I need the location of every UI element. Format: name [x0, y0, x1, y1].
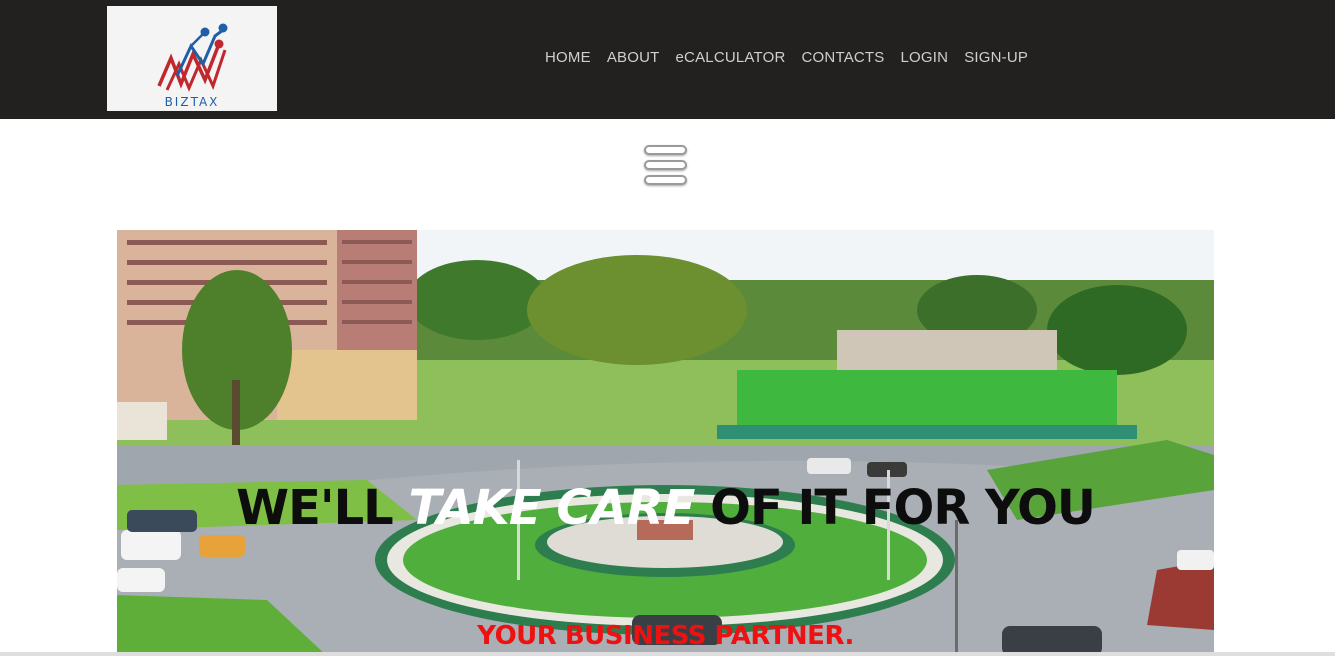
- city-roundabout-image: [117, 230, 1214, 656]
- nav-about[interactable]: ABOUT: [607, 49, 660, 66]
- hero-tagline: YOUR BUSINESS PARTNER.: [477, 621, 854, 651]
- header-bar: BIZTAX HOME ABOUT eCALCULATOR CONTACTS L…: [0, 0, 1335, 119]
- nav-contacts[interactable]: CONTACTS: [802, 49, 885, 66]
- hamburger-menu-icon[interactable]: [644, 145, 687, 187]
- logo-wordmark: BIZTAX: [164, 95, 220, 109]
- nav-login[interactable]: LOGIN: [901, 49, 949, 66]
- hero-headline: WE'LL TAKE CARE OF IT FOR YOU: [117, 480, 1214, 536]
- biztax-logo[interactable]: BIZTAX: [107, 6, 277, 111]
- headline-end: OF IT FOR YOU: [694, 480, 1096, 536]
- page-bottom-divider: [0, 652, 1335, 656]
- headline-emphasis: TAKE CARE: [408, 480, 695, 536]
- hero-banner: WE'LL TAKE CARE OF IT FOR YOU YOUR BUSIN…: [117, 230, 1214, 656]
- main-nav: HOME ABOUT eCALCULATOR CONTACTS LOGIN SI…: [545, 49, 1028, 66]
- nav-home[interactable]: HOME: [545, 49, 591, 66]
- nav-ecalculator[interactable]: eCALCULATOR: [676, 49, 786, 66]
- nav-sign-up[interactable]: SIGN-UP: [964, 49, 1028, 66]
- headline-start: WE'LL: [236, 480, 409, 536]
